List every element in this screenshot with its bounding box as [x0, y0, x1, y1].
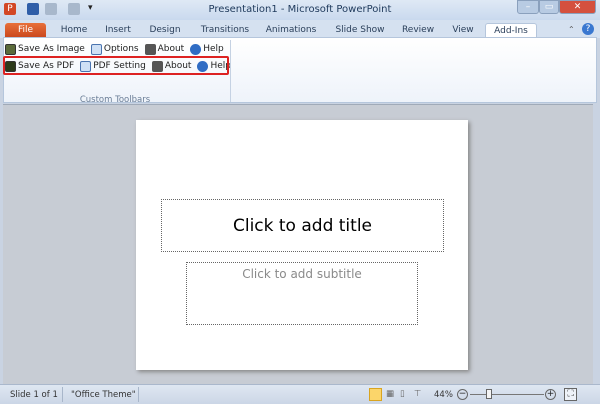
help-icon[interactable]: ?	[582, 23, 594, 35]
label: About	[157, 44, 185, 54]
tab-file[interactable]: File	[5, 23, 46, 38]
options-button[interactable]: Options	[90, 43, 139, 55]
zoom-in-button[interactable]: +	[545, 389, 556, 400]
tab-insert[interactable]: Insert	[101, 23, 135, 38]
tab-transitions[interactable]: Transitions	[198, 23, 252, 38]
tab-home[interactable]: Home	[57, 23, 91, 38]
divider	[62, 387, 63, 402]
slideshow-icon[interactable]: ⊤	[414, 389, 421, 399]
table-icon	[90, 43, 102, 55]
group-divider	[230, 40, 231, 102]
tab-add-ins[interactable]: Add-Ins	[485, 23, 537, 38]
tab-design[interactable]: Design	[145, 23, 185, 38]
divider	[138, 387, 139, 402]
slide-sorter-icon[interactable]: ▦	[386, 389, 394, 399]
help-button[interactable]: Help	[190, 43, 224, 55]
toolbar-row-1: Save As Image Options About Help	[5, 42, 227, 56]
ribbon-tabs: File Home Insert Design Transitions Anim…	[0, 20, 600, 38]
tab-view[interactable]: View	[449, 23, 477, 38]
tab-slide-show[interactable]: Slide Show	[334, 23, 386, 38]
collapse-ribbon-icon[interactable]: ⌃	[568, 25, 575, 34]
label: Options	[103, 44, 139, 54]
speech-icon	[144, 43, 156, 55]
tab-review[interactable]: Review	[399, 23, 437, 38]
tab-animations[interactable]: Animations	[265, 23, 317, 38]
title-placeholder[interactable]: Click to add title	[161, 199, 444, 252]
title-bar: P ▾ Presentation1 - Microsoft PowerPoint…	[0, 0, 600, 20]
normal-view-icon[interactable]	[369, 388, 382, 401]
image-icon	[5, 43, 16, 55]
maximize-button[interactable]: ▭	[539, 0, 559, 14]
subtitle-placeholder[interactable]: Click to add subtitle	[186, 262, 418, 325]
zoom-level[interactable]: 44%	[434, 390, 453, 400]
help-icon	[190, 43, 202, 55]
window-title: Presentation1 - Microsoft PowerPoint	[208, 4, 392, 15]
label: Save As Image	[18, 44, 85, 54]
minimize-button[interactable]: –	[517, 0, 539, 14]
label: Help	[203, 44, 224, 54]
slide-counter: Slide 1 of 1	[10, 390, 58, 400]
close-button[interactable]: ✕	[559, 0, 596, 14]
status-bar: Slide 1 of 1 "Office Theme" ▦ ▯ ⊤ 44% − …	[0, 384, 600, 404]
zoom-out-button[interactable]: −	[457, 389, 468, 400]
about-button[interactable]: About	[144, 43, 185, 55]
zoom-slider[interactable]	[470, 394, 544, 395]
highlight-box	[3, 56, 229, 75]
slide-canvas[interactable]: Click to add title Click to add subtitle	[136, 120, 468, 370]
reading-view-icon[interactable]: ▯	[400, 389, 405, 399]
theme-name[interactable]: "Office Theme"	[71, 390, 136, 400]
save-as-image-button[interactable]: Save As Image	[5, 43, 85, 55]
zoom-slider-thumb[interactable]	[486, 389, 492, 399]
fit-to-window-icon[interactable]: ⛶	[564, 388, 577, 401]
